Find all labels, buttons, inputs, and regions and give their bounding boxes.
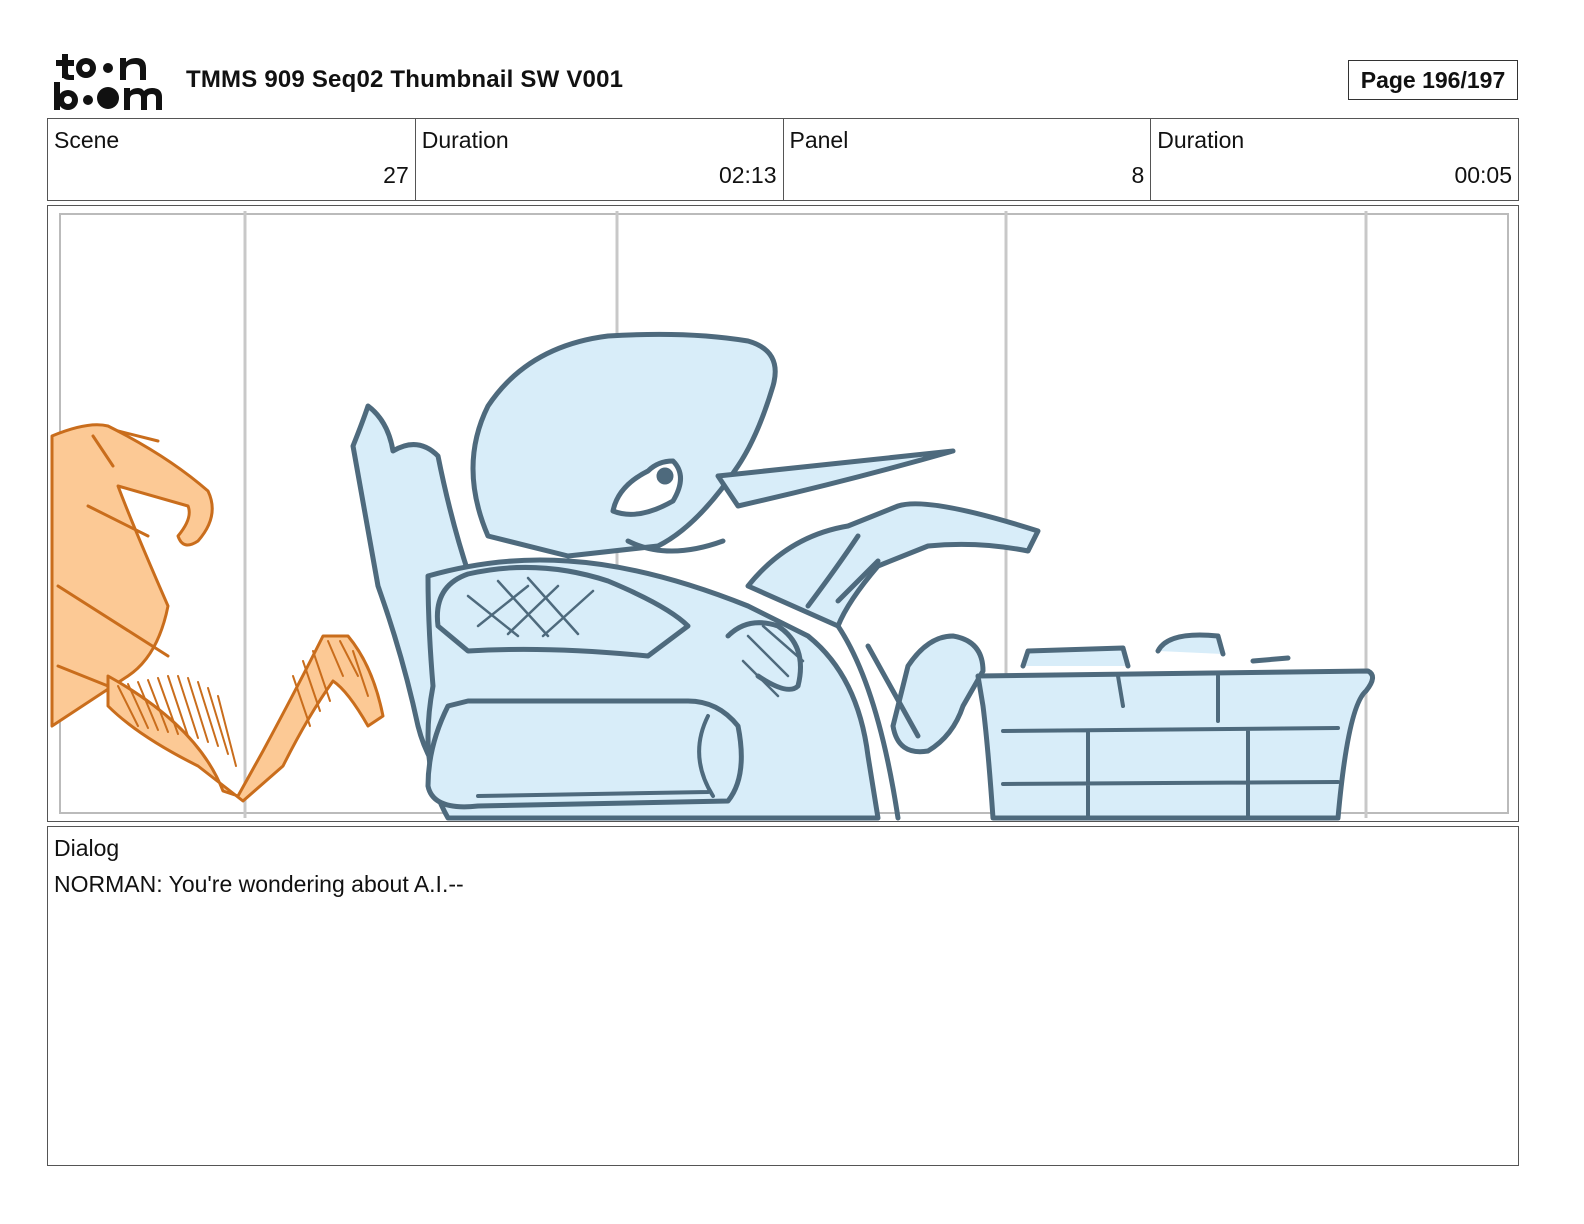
dialog-text: NORMAN: You're wondering about A.I.--	[54, 871, 464, 897]
scene-value: 27	[383, 162, 409, 188]
scene-label: Scene	[54, 127, 120, 153]
panel-duration-label: Duration	[1157, 127, 1245, 153]
scene-duration-label: Duration	[421, 127, 509, 153]
storyboard-sketch	[50, 211, 1509, 821]
panel-value: 8	[1131, 162, 1145, 188]
blue-character-sketch	[350, 331, 1375, 821]
scene-info-row: Scene 27 Duration 02:13 Panel 8 Duration…	[47, 118, 1519, 201]
panel-duration-value: 00:05	[1454, 162, 1512, 188]
panel-cell: Panel 8	[784, 119, 1152, 200]
orange-character-sketch	[50, 423, 385, 803]
panel-duration-cell: Duration 00:05	[1151, 119, 1518, 200]
storyboard-panel	[47, 205, 1519, 822]
document-title: TMMS 909 Seq02 Thumbnail SW V001	[186, 66, 624, 93]
page-number: Page 196/197	[1348, 60, 1518, 100]
toonboom-logo	[52, 50, 164, 112]
dialog-label: Dialog	[54, 835, 120, 861]
scene-duration-value: 02:13	[718, 162, 777, 188]
panel-label: Panel	[789, 127, 849, 153]
scene-cell: Scene 27	[48, 119, 416, 200]
scene-duration-cell: Duration 02:13	[416, 119, 784, 200]
dialog-box: Dialog NORMAN: You're wondering about A.…	[47, 826, 1519, 1166]
